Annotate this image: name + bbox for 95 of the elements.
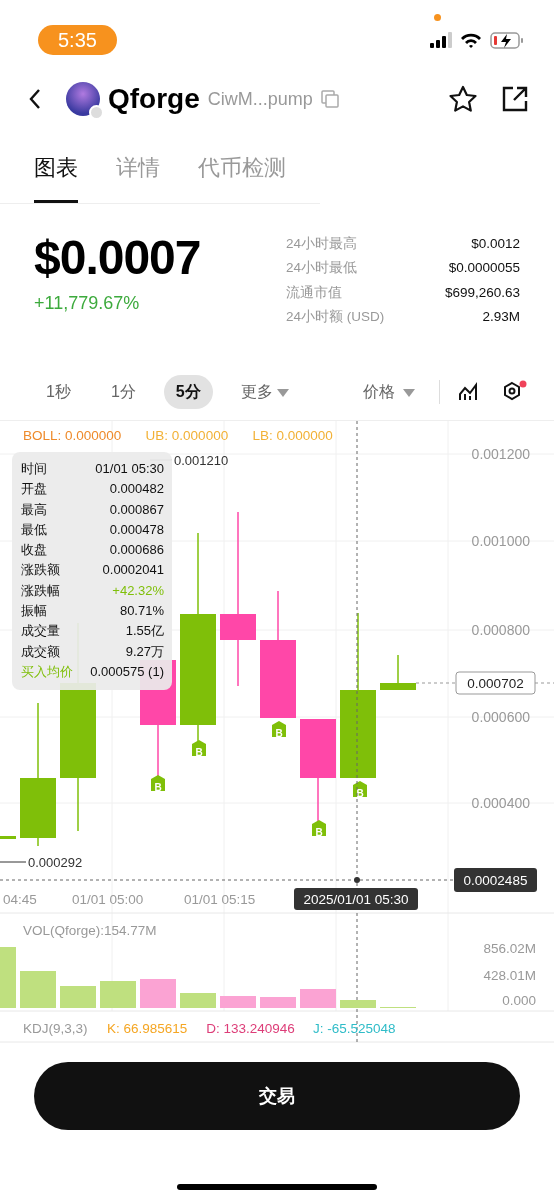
kdj-value: J: -65.525048 xyxy=(313,1021,396,1036)
tooltip-value: 0.000686 xyxy=(109,541,164,560)
tooltip-value: 0.000867 xyxy=(109,500,164,519)
volume-bar xyxy=(140,979,176,1008)
tooltip-value: 01/01 05:30 xyxy=(95,460,164,478)
crosshair-price-label: 0.0002485 xyxy=(454,868,537,892)
volume-bar xyxy=(180,993,216,1008)
tooltip-label: 买入均价 xyxy=(21,662,73,681)
axis-label: 0.001200 xyxy=(471,446,530,462)
leader-line xyxy=(0,861,27,863)
buy-marker: B xyxy=(151,775,165,793)
price-value: $0.0007 xyxy=(34,234,201,282)
token-avatar xyxy=(66,82,100,116)
high-price-label: 0.001210 xyxy=(174,453,229,468)
crosshair-time-label: 2025/01/01 05:30 xyxy=(294,888,418,910)
back-icon[interactable] xyxy=(28,88,42,110)
tooltip-value: 80.71% xyxy=(119,602,164,621)
volume-label: VOL(Qforge):154.77M xyxy=(23,923,157,938)
interval-tab[interactable]: 更多 xyxy=(228,375,301,409)
volume-bar xyxy=(220,996,256,1008)
kdj-value: KDJ(9,3,3) xyxy=(23,1021,88,1036)
volume-bar xyxy=(20,971,56,1008)
price-change: +11,779.67% xyxy=(34,292,141,315)
tooltip-value: 0.0002041 xyxy=(102,561,164,580)
buy-marker: B xyxy=(192,740,206,758)
candlestick xyxy=(0,835,16,840)
interval-tab[interactable]: 1分 xyxy=(98,375,148,409)
last-price-label: 0.000702 xyxy=(455,671,536,695)
tooltip-value: 0.000575 (1) xyxy=(90,662,164,681)
axis-label: 0.000400 xyxy=(471,795,530,811)
indicator-value: LB: 0.000000 xyxy=(252,428,333,443)
candlestick xyxy=(380,654,416,691)
stat-value: $699,260.63 xyxy=(444,283,520,302)
stat-value: $0.0012 xyxy=(471,235,520,253)
tooltip-value: 9.27万 xyxy=(125,642,164,661)
trade-button[interactable]: 交易 xyxy=(34,1062,520,1130)
volume-bar xyxy=(100,981,136,1008)
buy-marker: B xyxy=(353,781,367,799)
indicator-value: UB: 0.000000 xyxy=(145,428,229,443)
battery-icon xyxy=(490,31,524,49)
tooltip-label: 收盘 xyxy=(21,541,47,560)
buy-marker: B xyxy=(272,721,286,739)
tooltip-label: 涨跌额 xyxy=(21,561,60,580)
stat-value: $0.0000055 xyxy=(448,259,520,278)
volume-bar xyxy=(260,997,296,1008)
tooltip-label: 最高 xyxy=(21,500,47,519)
tooltip-label: 振幅 xyxy=(21,602,47,621)
tooltip-value: 0.000482 xyxy=(109,480,164,499)
interval-tab[interactable]: 1秒 xyxy=(34,375,83,409)
tooltip-label: 成交额 xyxy=(21,642,60,661)
caret-icon xyxy=(276,388,289,397)
indicator-icon[interactable] xyxy=(458,382,478,402)
price-mode-dropdown[interactable]: 价格 xyxy=(351,375,427,409)
volume-bar xyxy=(60,986,96,1008)
kdj-value: D: 133.240946 xyxy=(206,1021,295,1036)
axis-label: 856.02M xyxy=(483,941,536,956)
stat-label: 流通市值 xyxy=(286,283,342,302)
tooltip-label: 涨跌幅 xyxy=(21,581,60,600)
indicator-value: BOLL: 0.000000 xyxy=(23,428,122,443)
axis-label: 0.001000 xyxy=(471,533,530,549)
axis-label: 0.000 xyxy=(502,993,536,1008)
volume-bar xyxy=(300,989,336,1008)
tooltip-label: 时间 xyxy=(21,460,47,478)
time-axis-label: 01/01 05:15 xyxy=(184,892,256,907)
tooltip-value: 1.55亿 xyxy=(125,622,164,641)
tooltip-value: +42.32% xyxy=(112,581,164,600)
time-axis-label: 01/01 05:00 xyxy=(72,892,144,907)
tooltip-value: 0.000478 xyxy=(109,520,164,539)
buy-marker: B xyxy=(312,820,326,838)
tooltip-label: 成交量 xyxy=(21,622,60,641)
signal-icon xyxy=(430,32,452,48)
volume-bar xyxy=(0,947,16,1008)
axis-label: 0.000800 xyxy=(471,622,530,638)
recording-dot-icon xyxy=(434,13,441,21)
token-address: CiwM...pump xyxy=(207,87,313,111)
low-price-label: 0.000292 xyxy=(28,855,83,870)
token-name: Qforge xyxy=(108,82,200,116)
interval-tab[interactable]: 5分 xyxy=(163,375,213,409)
volume-bar xyxy=(340,1000,376,1008)
axis-label: 428.01M xyxy=(483,968,536,983)
tooltip-label: 开盘 xyxy=(21,480,47,499)
tooltip-label: 最低 xyxy=(21,520,47,539)
stat-value: 2.93M xyxy=(482,307,520,326)
kdj-value: K: 66.985615 xyxy=(107,1021,188,1036)
tab[interactable]: 图表 xyxy=(34,134,78,203)
share-icon[interactable] xyxy=(502,86,528,112)
axis-label: 0.000600 xyxy=(471,709,530,725)
star-icon[interactable] xyxy=(448,85,478,113)
status-time: 5:35 xyxy=(38,25,117,55)
stat-label: 24小时最高 xyxy=(286,235,358,253)
wifi-icon xyxy=(460,32,482,48)
stat-label: 24小时额 (USD) xyxy=(286,307,385,326)
caret-icon xyxy=(403,388,415,397)
time-axis-label: 04:45 xyxy=(3,892,37,907)
stat-label: 24小时最低 xyxy=(286,259,358,278)
